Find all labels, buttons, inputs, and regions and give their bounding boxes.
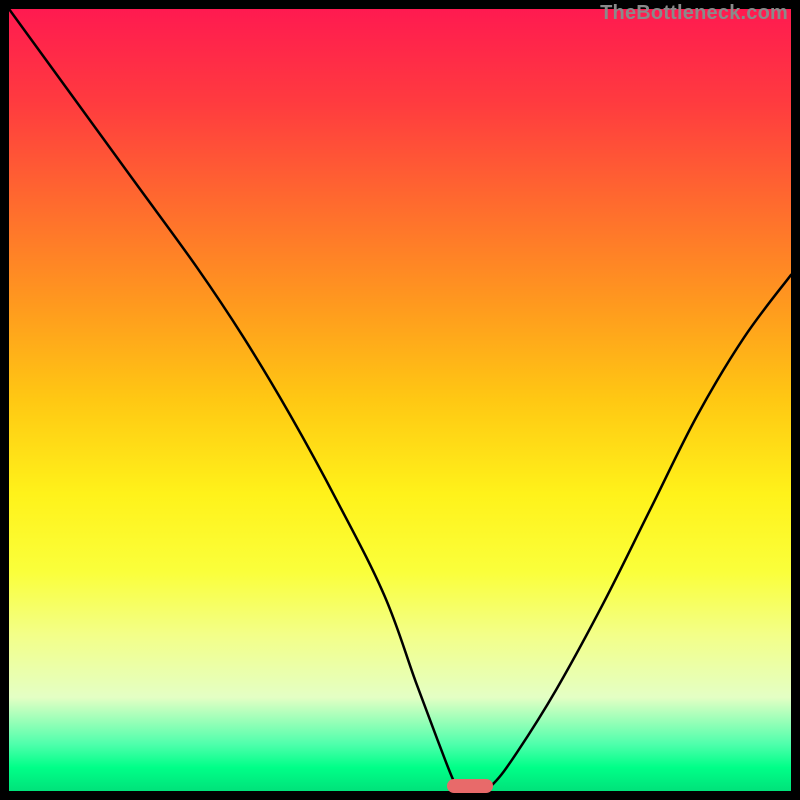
plot-area (9, 9, 791, 791)
attribution-label: TheBottleneck.com (600, 2, 788, 25)
chart-svg (9, 9, 791, 791)
optimal-marker (447, 779, 493, 793)
bottleneck-curve (9, 9, 791, 791)
